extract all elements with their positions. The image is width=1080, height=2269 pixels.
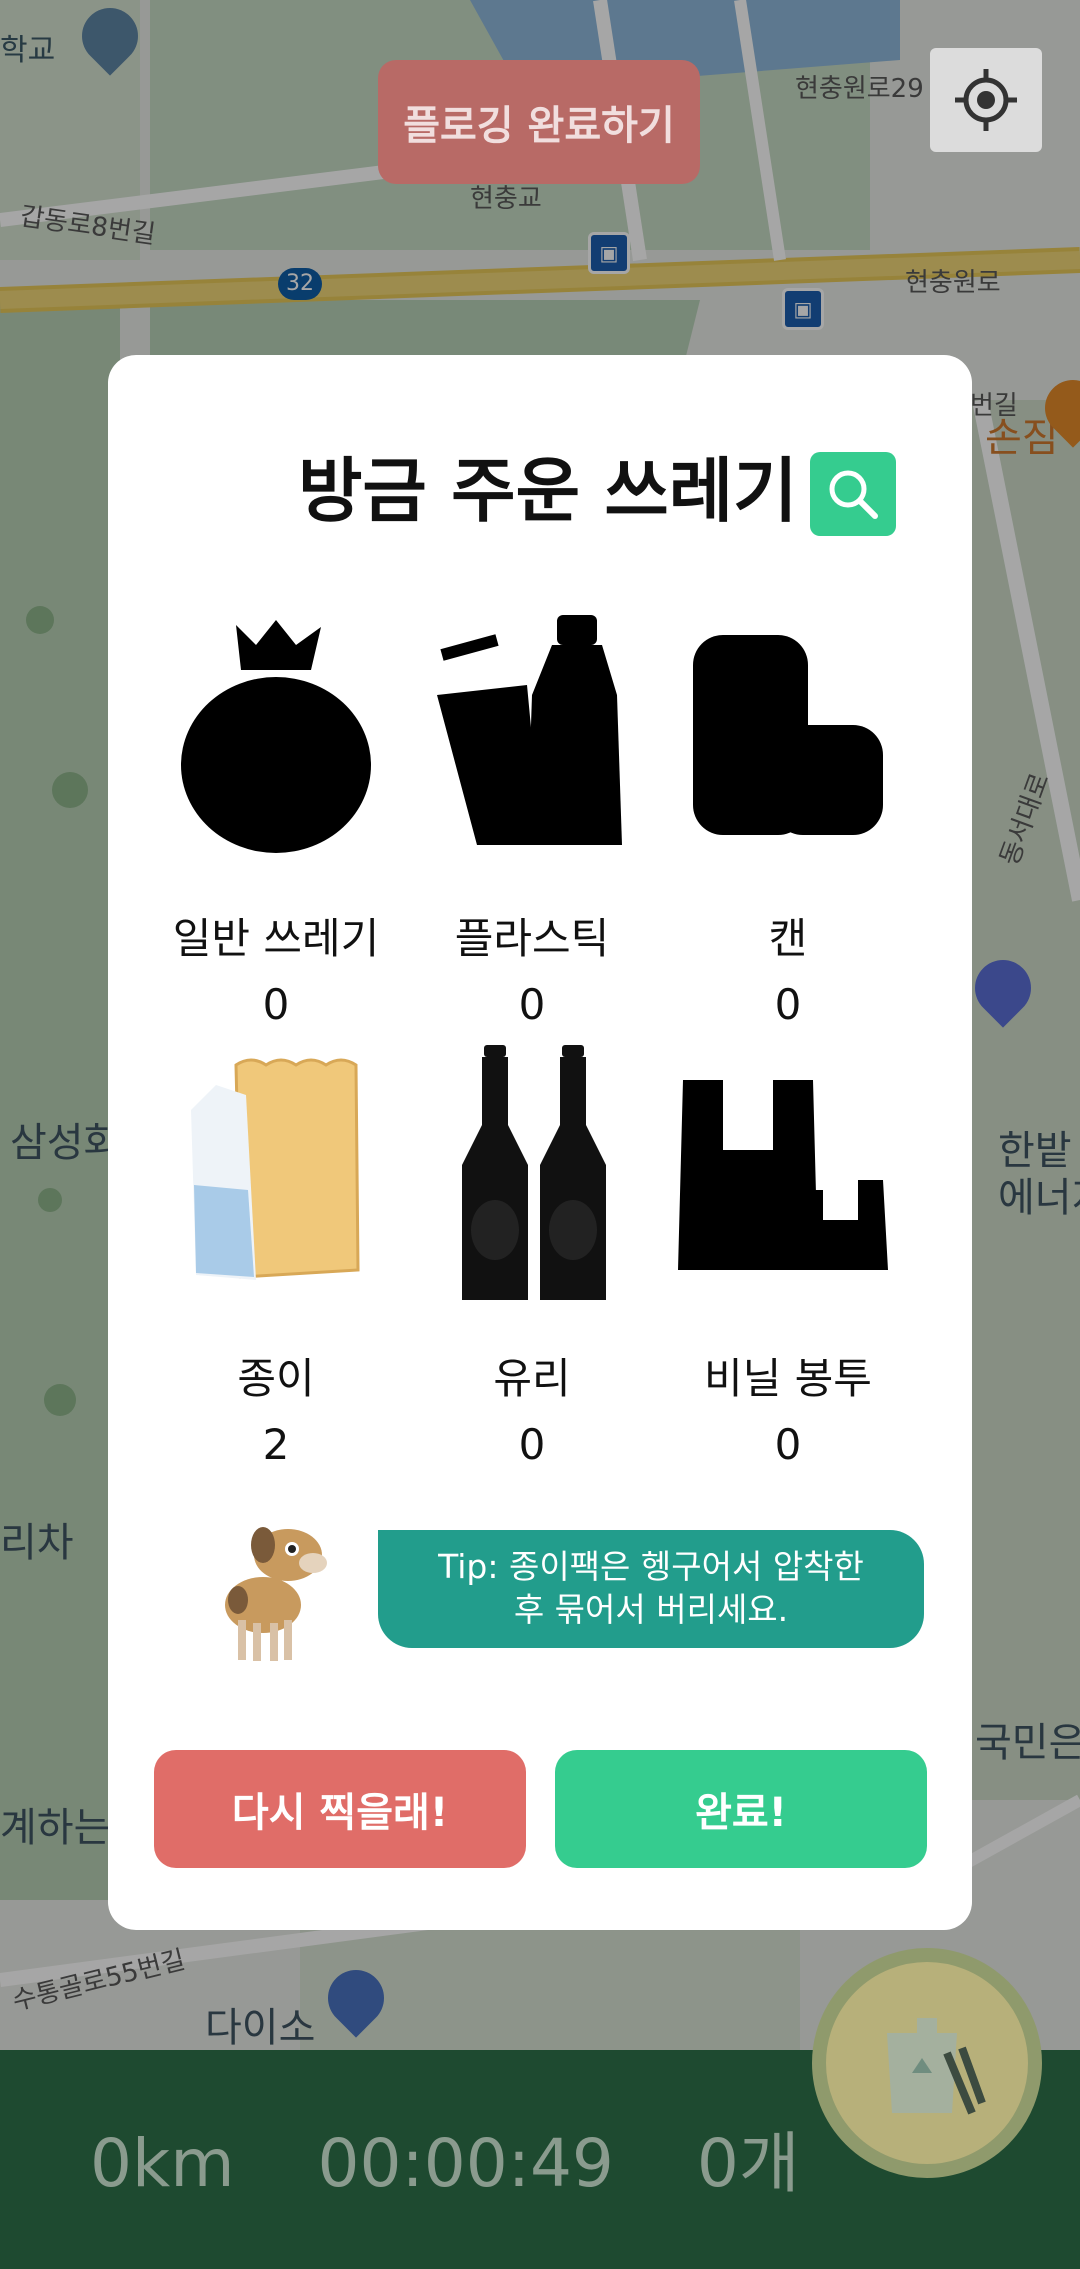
category-label: 비닐 봉투 [704,1354,872,1403]
category-count: 0 [518,1420,546,1469]
distance-value: 0km [90,2125,235,2202]
category-vinyl-bag[interactable]: 비닐 봉투 0 [660,1045,916,1469]
finish-plogging-button[interactable]: 플로깅 완료하기 [378,60,700,184]
category-label: 유리 [493,1354,571,1403]
trash-result-modal: 방금 주운 쓰레기 일반 쓰레기 0 플라스틱 0 캔 0 종이 2 유리 0 … [108,355,972,1930]
plastic-bag-icon [678,1080,888,1270]
modal-title: 방금 주운 쓰레기 [298,450,798,532]
category-general[interactable]: 일반 쓰레기 0 [148,605,404,1029]
elapsed-time: 00:00:49 [317,2125,614,2202]
trash-bag-button[interactable] [812,1948,1042,2178]
search-icon [829,470,878,519]
glass-bottle-icon [462,1045,606,1300]
category-glass[interactable]: 유리 0 [404,1045,660,1469]
stats-row: 0km 00:00:49 0개 [90,2110,862,2206]
tip-bubble: Tip: 종이팩은 헹구어서 압착한 후 묶어서 버리세요. [378,1530,924,1648]
category-plastic[interactable]: 플라스틱 0 [404,605,660,1029]
my-location-button[interactable] [930,48,1042,152]
category-label: 일반 쓰레기 [172,914,380,963]
retry-button[interactable]: 다시 찍을래! [154,1750,526,1868]
trash-bag-icon [181,620,371,853]
crosshair-icon [955,69,1017,131]
search-button[interactable] [810,452,896,536]
tip-text-line2: 후 묶어서 버리세요. [513,1590,789,1629]
trash-count: 0개 [696,2125,800,2202]
done-button[interactable]: 완료! [555,1750,927,1868]
category-count: 0 [774,1420,802,1469]
tip-section: Tip: 종이팩은 헹구어서 압착한 후 묶어서 버리세요. [108,1515,972,1675]
category-count: 0 [518,980,546,1029]
category-can[interactable]: 캔 0 [660,605,916,1029]
recycle-bag-icon [887,2018,986,2115]
dog-mascot [208,1515,338,1669]
category-label: 플라스틱 [454,914,610,963]
category-label: 캔 [768,914,808,963]
category-label: 종이 [237,1354,315,1403]
dog-icon [225,1527,327,1661]
category-count: 0 [774,980,802,1029]
tip-text-line1: Tip: 종이팩은 헹구어서 압착한 [438,1547,864,1587]
category-paper[interactable]: 종이 2 [148,1045,404,1469]
category-count: 0 [262,980,290,1029]
can-icon [693,635,883,835]
paper-pack-icon [191,1058,360,1280]
category-count: 2 [262,1420,290,1469]
plastic-bottle-icon [437,615,622,845]
